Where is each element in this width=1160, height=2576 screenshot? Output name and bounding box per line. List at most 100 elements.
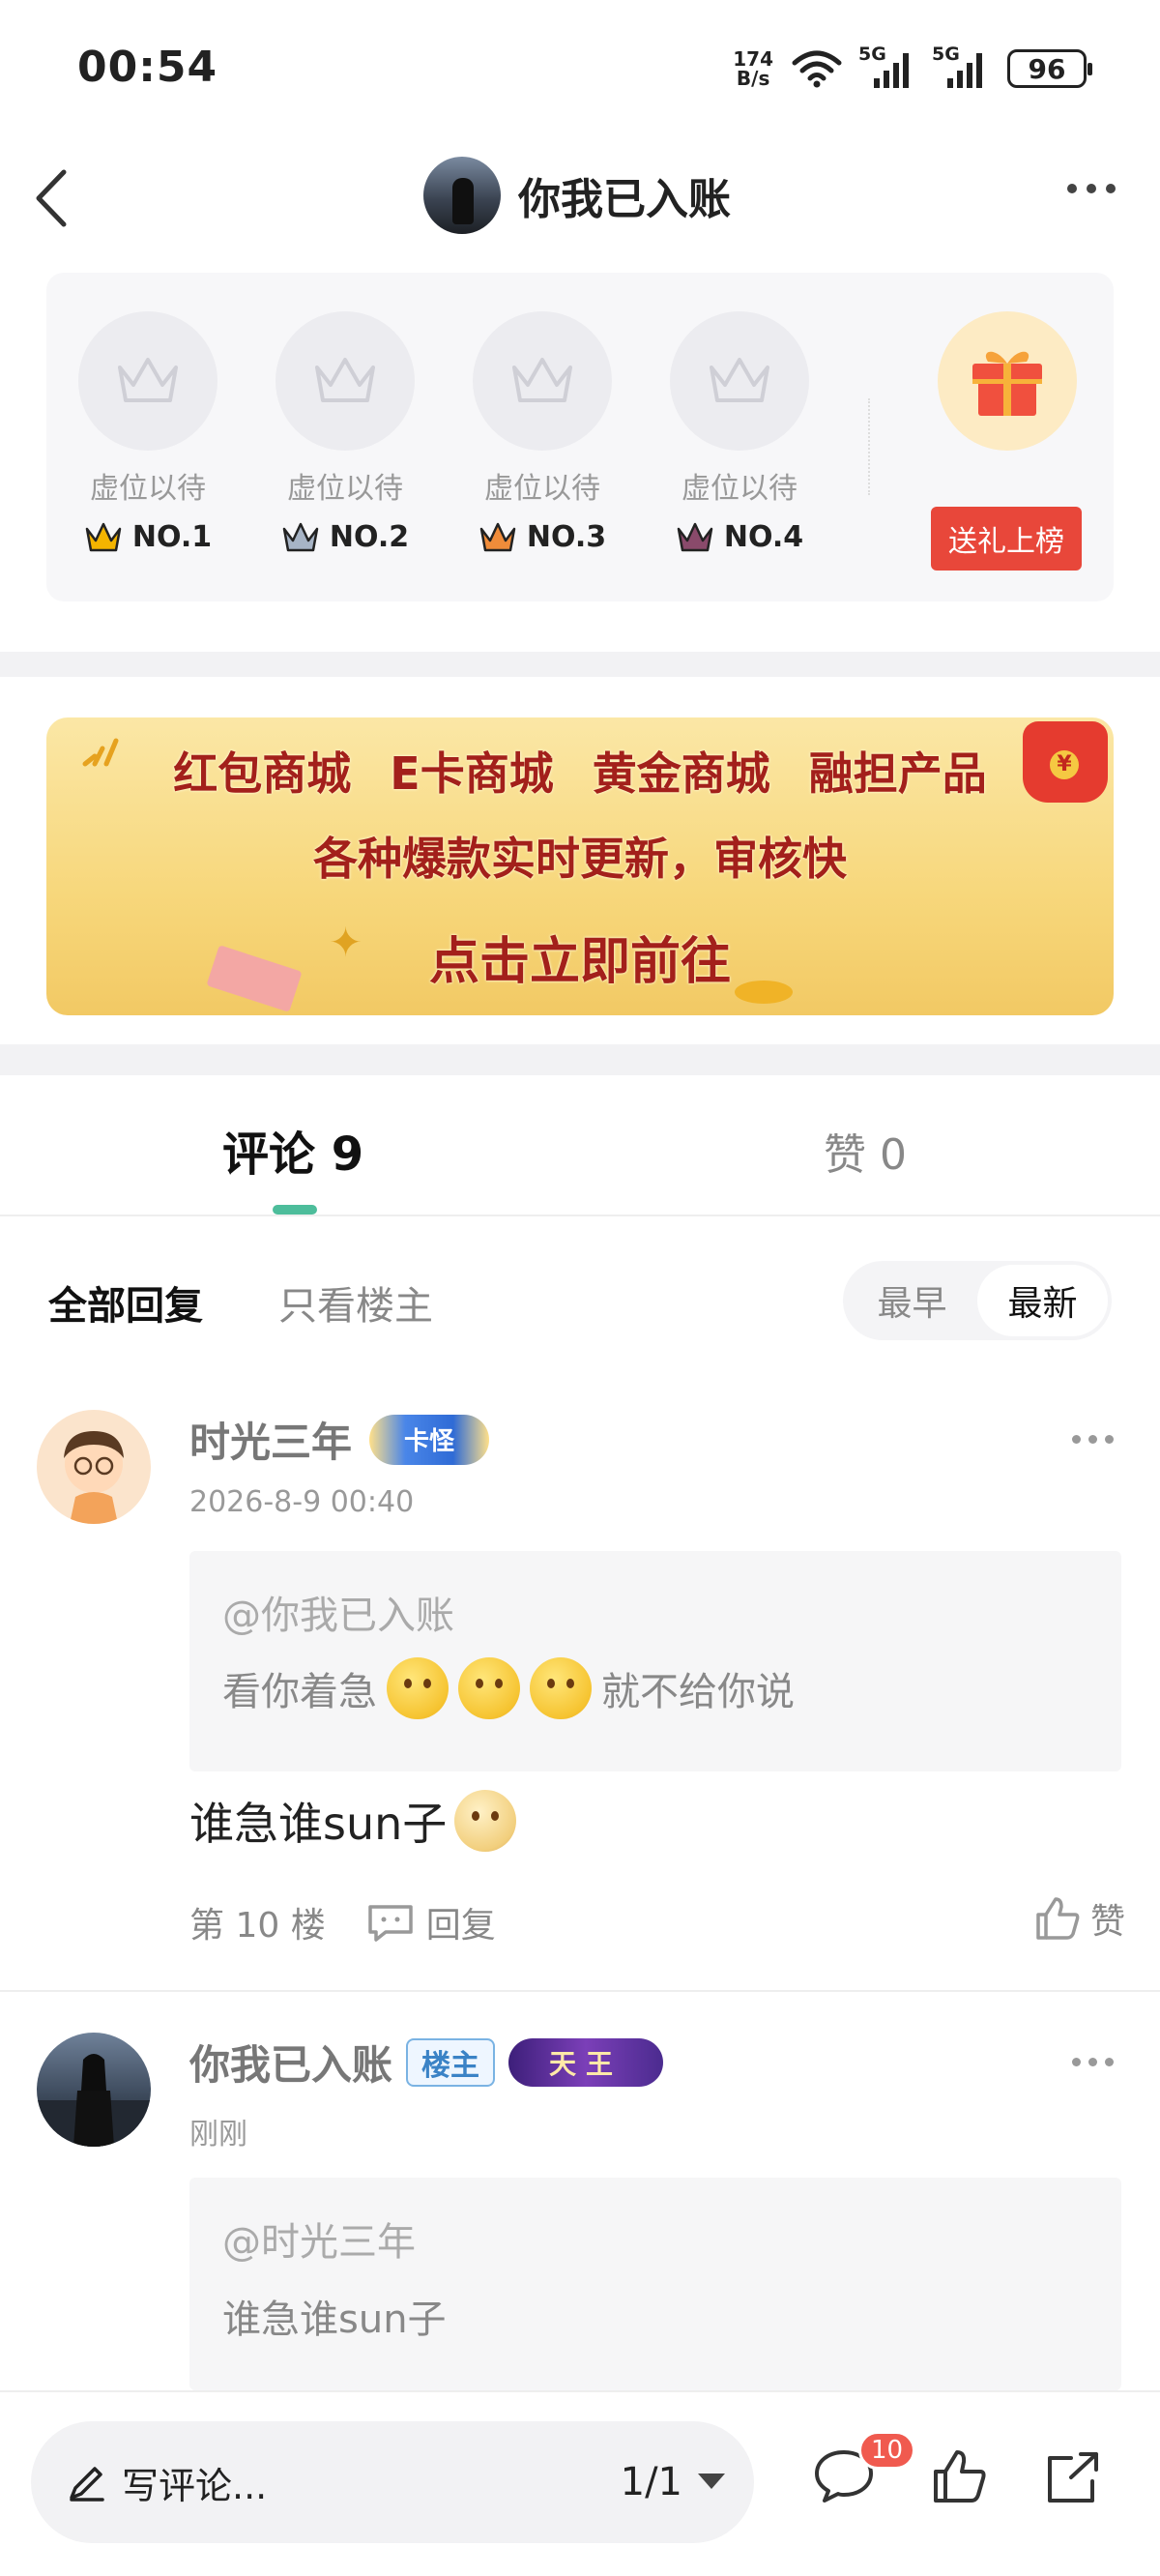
comment-divider <box>0 1990 1160 1992</box>
rank-slot-label: 虚位以待 <box>484 472 600 506</box>
like-button[interactable]: 赞 <box>1032 1893 1125 1944</box>
sim1-network-type: 5G <box>858 44 886 65</box>
send-gift-button[interactable]: 送礼上榜 <box>931 507 1082 571</box>
write-comment-placeholder: 写评论... <box>122 2464 268 2507</box>
cellular-signal-1-icon: 5G <box>858 44 916 88</box>
promo-banner[interactable]: 红包商城 E卡商城 黄金商城 融担产品 各种爆款实时更新，审核快 点击立即前往 ✦ <box>46 717 1114 1015</box>
rank-slot-placeholder <box>670 311 809 451</box>
crown-outline-icon <box>315 358 375 402</box>
commenter-avatar[interactable] <box>37 1410 151 1524</box>
comment-item: 你我已入账 楼主 天王 刚刚 @时光三年 谁急谁sun子 <box>0 2027 1160 2390</box>
comment-item: 时光三年 卡怪 2026-8-9 00:40 @你我已入账 看你着急 就不给你说… <box>0 1402 1160 1992</box>
quoted-text: 看你着急 就不给你说 <box>222 1657 795 1719</box>
battery-icon: 96 <box>1007 49 1092 88</box>
star-icon: ✦ <box>329 919 363 966</box>
comment-text: 谁急谁sun子 <box>189 1798 448 1850</box>
bottom-action-bar: 写评论... 1/1 10 <box>0 2390 1160 2576</box>
filter-owner-only[interactable]: 只看楼主 <box>278 1274 433 1331</box>
rank-slot-placeholder <box>78 311 218 451</box>
sort-earliest-option[interactable]: 最早 <box>847 1265 977 1336</box>
crown-outline-icon <box>512 358 572 402</box>
rank-slot-3[interactable]: 虚位以待 NO.3 <box>472 311 613 554</box>
banner-item: E卡商城 <box>390 747 554 800</box>
network-speed: 174 B/s <box>733 49 773 88</box>
rank-number: NO.4 <box>723 520 804 554</box>
doge-emoji-icon <box>454 1790 517 1852</box>
comment-more-icon[interactable] <box>1072 2058 1114 2066</box>
rank-number: NO.3 <box>526 520 607 554</box>
rank-slot-4[interactable]: 虚位以待 NO.4 <box>669 311 810 554</box>
status-time: 00:54 <box>77 43 218 92</box>
rank-slot-placeholder <box>276 311 415 451</box>
share-icon[interactable] <box>1042 2446 1104 2506</box>
write-comment-input[interactable]: 写评论... 1/1 <box>31 2421 754 2543</box>
floor-number: 第 10 楼 <box>189 1906 326 1946</box>
quoted-reply[interactable]: @你我已入账 看你着急 就不给你说 <box>189 1551 1121 1771</box>
red-envelope-mascot-icon <box>1023 721 1108 803</box>
commenter-avatar[interactable] <box>37 2033 151 2147</box>
page-indicator[interactable]: 1/1 <box>621 2460 682 2504</box>
coin-decoration <box>735 981 793 1004</box>
quoted-text: 谁急谁sun子 <box>222 2288 447 2344</box>
author-avatar[interactable] <box>423 157 501 234</box>
section-divider <box>0 652 1160 677</box>
owner-badge: 楼主 <box>406 2037 496 2087</box>
thumbs-up-icon[interactable] <box>930 2446 990 2506</box>
quoted-reply[interactable]: @时光三年 谁急谁sun子 <box>189 2178 1121 2390</box>
rank-slot-placeholder <box>473 311 612 451</box>
sort-latest-option[interactable]: 最新 <box>977 1265 1108 1336</box>
comment-time: 刚刚 <box>189 2118 247 2152</box>
rank-slot-label: 虚位以待 <box>287 472 403 506</box>
commenter-name[interactable]: 时光三年 <box>189 1410 352 1469</box>
like-label: 赞 <box>1089 1902 1125 1942</box>
comment-more-icon[interactable] <box>1072 1435 1114 1444</box>
quoted-mention: @你我已入账 <box>222 1594 454 1638</box>
rank-slot-label: 虚位以待 <box>682 472 798 506</box>
status-bar: 00:54 174 B/s 5G 5G 96 <box>0 0 1160 140</box>
banner-item: 融担产品 <box>808 747 987 800</box>
rank-number: NO.1 <box>131 520 213 554</box>
network-speed-value: 174 <box>733 47 773 71</box>
cellular-signal-2-icon: 5G <box>932 44 990 88</box>
reply-icon <box>367 1905 413 1942</box>
tab-likes[interactable]: 赞 0 <box>824 1120 907 1182</box>
back-arrow-icon[interactable] <box>27 164 85 232</box>
rank-slot-1[interactable]: 虚位以待 NO.1 <box>77 311 218 554</box>
reply-button[interactable]: 回复 <box>364 1897 496 1947</box>
thumbs-up-icon <box>1036 1897 1080 1940</box>
quoted-text-after: 就不给你说 <box>601 1670 795 1714</box>
nav-title-group[interactable]: 你我已入账 <box>423 157 731 234</box>
sim2-network-type: 5G <box>932 44 960 65</box>
more-options-icon[interactable] <box>1067 184 1116 193</box>
quoted-mention: @时光三年 <box>222 2220 416 2265</box>
comment-body: 谁急谁sun子 <box>189 1789 517 1853</box>
commenter-name-row: 时光三年 卡怪 <box>189 1410 490 1469</box>
network-speed-unit: B/s <box>736 67 770 90</box>
user-badge: 卡怪 <box>369 1414 490 1465</box>
gift-ranking-panel: 虚位以待 NO.1 虚位以待 NO.2 虚位以待 NO.3 虚位以待 NO.4 … <box>46 273 1114 601</box>
tab-comments[interactable]: 评论 9 <box>222 1116 363 1184</box>
banner-item: 黄金商城 <box>592 747 770 800</box>
crown-bronze-icon <box>479 522 516 551</box>
level-badge: 天王 <box>508 2037 664 2087</box>
status-icons: 174 B/s 5G 5G 96 <box>733 44 1092 93</box>
comment-count-badge: 10 <box>858 2431 916 2470</box>
comment-filter-row: 全部回复 只看楼主 最早 最新 <box>0 1247 1160 1354</box>
gift-icon[interactable] <box>938 311 1077 451</box>
filter-all-replies[interactable]: 全部回复 <box>48 1274 203 1331</box>
comment-like-tabs: 评论 9 赞 0 <box>0 1075 1160 1216</box>
page-dropdown-icon[interactable] <box>698 2474 725 2489</box>
rank-slot-2[interactable]: 虚位以待 NO.2 <box>275 311 416 554</box>
nav-bar: 你我已入账 <box>0 145 1160 251</box>
smirk-emoji-icon <box>530 1657 592 1719</box>
wifi-icon <box>792 50 842 88</box>
battery-level: 96 <box>1028 52 1066 85</box>
crown-outline-icon <box>118 358 178 402</box>
smirk-emoji-icon <box>458 1657 520 1719</box>
quoted-text-body: 谁急谁sun子 <box>222 2298 447 2342</box>
commenter-name[interactable]: 你我已入账 <box>189 2033 392 2092</box>
nav-title: 你我已入账 <box>518 175 731 224</box>
banner-line-2: 各种爆款实时更新，审核快 <box>313 833 847 885</box>
comment-time: 2026-8-9 00:40 <box>189 1485 415 1519</box>
crown-gold-icon <box>85 522 122 551</box>
